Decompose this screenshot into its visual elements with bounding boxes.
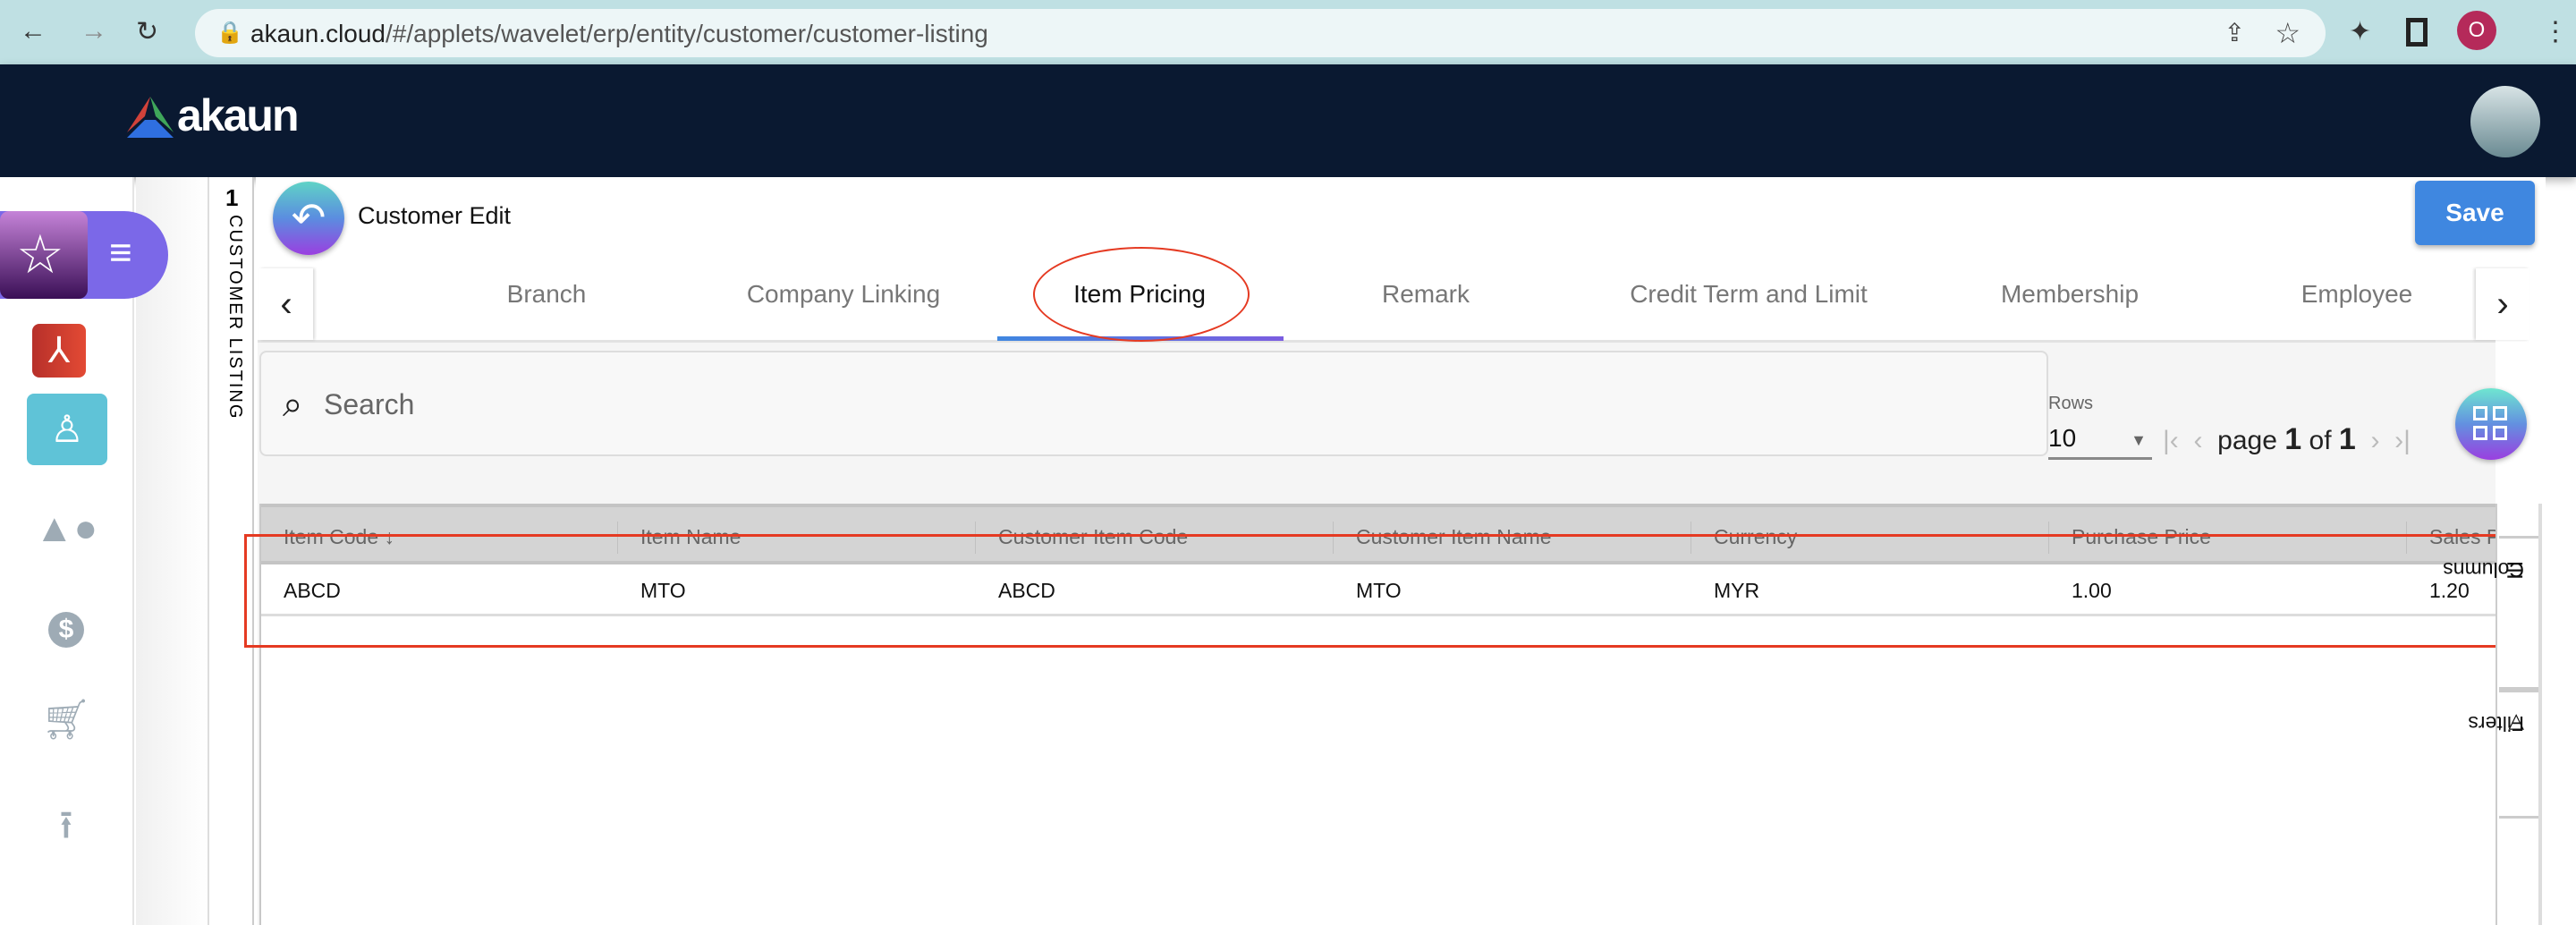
upload-icon: ⭱	[59, 803, 73, 847]
share-icon[interactable]: ⇪	[2224, 18, 2245, 47]
filters-button[interactable]: ▽ Filters	[2468, 690, 2538, 819]
cart-icon: 🛒︎	[41, 698, 91, 742]
dollar-icon: $	[48, 612, 84, 648]
total-pages: 1	[2338, 422, 2356, 456]
shapes-icon: ▲●	[34, 506, 98, 550]
search-placeholder: Search	[324, 388, 415, 420]
chevron-left-icon: ‹	[280, 284, 292, 324]
current-page: 1	[2284, 422, 2302, 456]
person-icon: ♙	[50, 408, 84, 450]
annotation-rectangle	[244, 534, 2502, 648]
tab-branch[interactable]: Branch	[507, 280, 587, 309]
tab-employee[interactable]: Employee	[2301, 280, 2413, 309]
vertical-tab-number: 1	[225, 184, 239, 211]
dropdown-arrow-icon: ▼	[2131, 431, 2147, 449]
app-header: akaun	[0, 64, 2576, 177]
sidebar-item-pricing[interactable]: $	[27, 603, 106, 657]
search-icon: ⌕	[283, 385, 303, 424]
url-path: /#/applets/wavelet/erp/entity/customer/c…	[386, 20, 988, 47]
address-bar[interactable]: 🔒 akaun.cloud/#/applets/wavelet/erp/enti…	[195, 9, 2326, 57]
tab-credit-term-and-limit[interactable]: Credit Term and Limit	[1630, 280, 1868, 309]
side-panel-icon[interactable]	[2406, 18, 2428, 47]
next-page-icon[interactable]: ›	[2363, 426, 2387, 455]
first-page-icon[interactable]: |‹	[2163, 426, 2179, 455]
customer-star-icon: ☆	[0, 211, 88, 299]
grid-view-button[interactable]	[2455, 388, 2527, 460]
browser-toolbar: ← → ↻ 🔒 akaun.cloud/#/applets/wavelet/er…	[0, 0, 2576, 64]
table-side-panel: ☰ Columns ▽ Filters	[2443, 504, 2542, 925]
user-avatar[interactable]	[2470, 86, 2540, 157]
extensions-icon[interactable]: ✦	[2349, 16, 2371, 47]
rows-per-page-select[interactable]: 10 ▼	[2048, 419, 2152, 460]
back-button[interactable]: ↶	[273, 182, 344, 255]
menu-dots-icon[interactable]: ⋮	[2542, 16, 2569, 47]
rows-value: 10	[2048, 424, 2077, 452]
forward-arrow-icon[interactable]: →	[80, 16, 107, 47]
profile-avatar[interactable]: O	[2457, 11, 2496, 50]
tab-membership[interactable]: Membership	[2001, 280, 2139, 309]
sidebar-item-customer-applet[interactable]: ☆ ≡	[0, 211, 168, 299]
chevron-right-icon: ›	[2496, 284, 2509, 324]
of-word: of	[2309, 426, 2332, 455]
reload-icon[interactable]: ↻	[136, 16, 158, 47]
tab-company-linking[interactable]: Company Linking	[747, 280, 940, 309]
sidebar-item-products[interactable]: ▲●	[27, 506, 106, 560]
sidebar-item-acrobat-app[interactable]: ⅄	[32, 324, 86, 378]
page-word: page	[2217, 426, 2277, 455]
tabs-scroll-right[interactable]: ›	[2476, 268, 2529, 340]
vertical-tab-label: CUSTOMER LISTING	[225, 215, 245, 420]
tab-remark[interactable]: Remark	[1382, 280, 1470, 309]
tabs-scroll-left[interactable]: ‹	[259, 268, 313, 340]
reply-arrow-icon: ↶	[291, 194, 326, 241]
lock-icon: 🔒	[216, 21, 243, 45]
page-title: Customer Edit	[358, 202, 512, 229]
logo-text: akaun	[177, 90, 300, 140]
pagination: |‹ ‹ page 1 of 1 › ›|	[2163, 422, 2411, 457]
sidebar-item-purchase[interactable]: 🛒︎	[27, 696, 106, 750]
prev-page-icon[interactable]: ‹	[2186, 426, 2210, 455]
columns-button[interactable]: ☰ Columns	[2443, 536, 2538, 690]
menu-expand-icon[interactable]: ≡	[109, 231, 132, 276]
last-page-icon[interactable]: ›|	[2394, 426, 2411, 455]
annotation-ellipse	[1033, 247, 1250, 342]
save-button[interactable]: Save	[2415, 181, 2535, 245]
search-input[interactable]: ⌕ Search	[259, 351, 2048, 456]
app-sidebar: ☆ ≡ ⅄ ♙ ▲● $ 🛒︎ ⭱	[0, 177, 168, 925]
sidebar-item-customers[interactable]: ♙	[27, 394, 107, 465]
bookmark-star-icon[interactable]: ☆	[2275, 16, 2301, 50]
filters-label: Filters	[2468, 712, 2524, 735]
columns-label: Columns	[2443, 558, 2524, 581]
rows-label: Rows	[2048, 394, 2094, 413]
back-arrow-icon[interactable]: ←	[20, 16, 47, 47]
sidebar-item-upload[interactable]: ⭱	[27, 796, 106, 850]
url-host: akaun.cloud	[250, 20, 386, 47]
logo-icon	[127, 97, 174, 138]
